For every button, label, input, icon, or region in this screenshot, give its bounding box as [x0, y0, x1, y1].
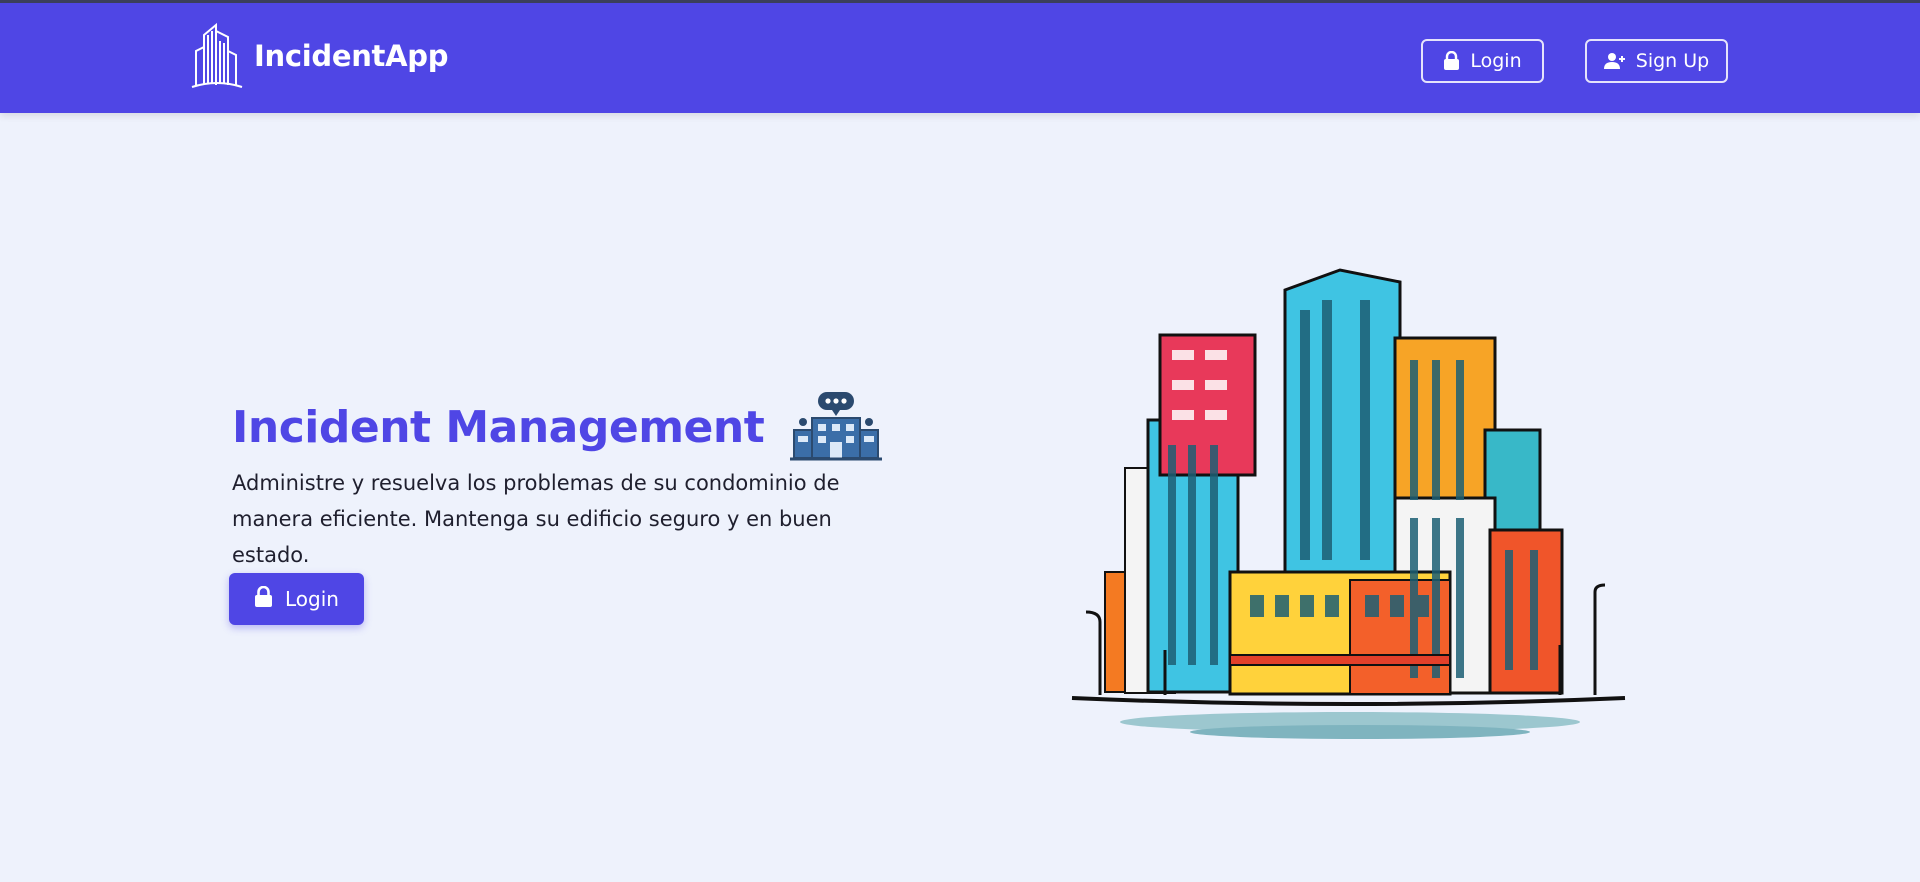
nav-login-button[interactable]: Login — [1421, 39, 1544, 83]
nav-login-label: Login — [1470, 50, 1522, 72]
building-chat-icon — [790, 390, 883, 466]
hero-login-label: Login — [285, 587, 339, 611]
hero-description: Administre y resuelva los problemas de s… — [232, 471, 840, 567]
nav-signup-label: Sign Up — [1635, 50, 1710, 72]
hero-login-button[interactable]: Login — [229, 573, 364, 625]
brand-link[interactable]: IncidentApp — [190, 19, 448, 93]
hero-title: Incident Management — [232, 402, 765, 453]
lock-icon — [254, 585, 273, 613]
hero-title-row: Incident Management — [232, 390, 883, 466]
lock-icon — [1443, 51, 1460, 71]
nav-signup-button[interactable]: Sign Up — [1585, 39, 1728, 83]
building-logo-icon — [190, 21, 244, 91]
brand-name: IncidentApp — [254, 39, 449, 73]
city-buildings-illustration — [1060, 250, 1630, 750]
top-navbar: IncidentApp Login Sign Up — [0, 0, 1920, 113]
user-plus-icon — [1603, 52, 1626, 70]
